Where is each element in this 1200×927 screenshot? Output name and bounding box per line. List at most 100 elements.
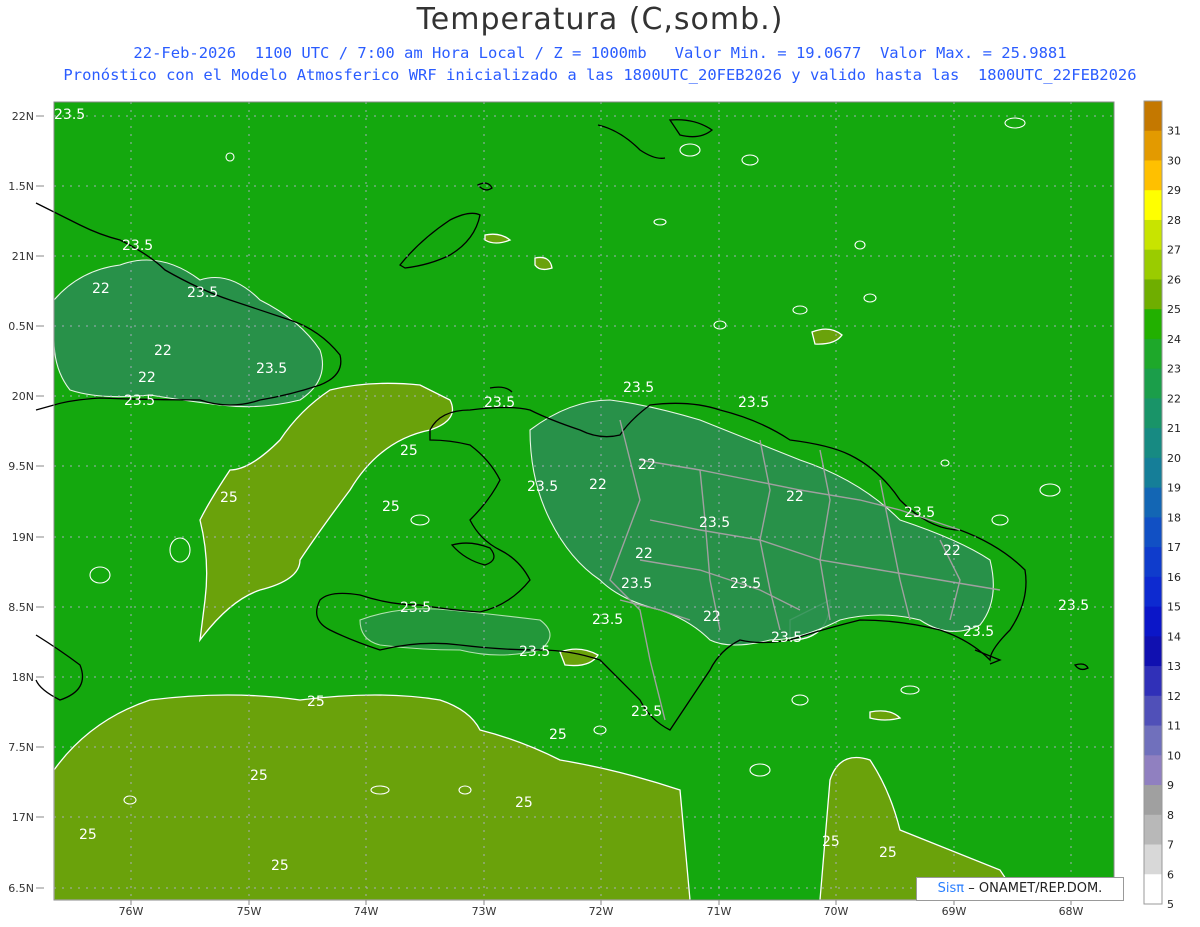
colorbar-swatch	[1144, 487, 1162, 518]
contour-label: 22	[154, 343, 172, 359]
contour-label: 23.5	[738, 395, 769, 411]
contour-label: 25	[879, 845, 897, 861]
contour-label: 23.5	[519, 644, 550, 660]
contour-label: 23.5	[631, 704, 662, 720]
colorbar-swatch	[1144, 695, 1162, 727]
colorbar-swatch	[1144, 130, 1162, 161]
colorbar-label: 24	[1167, 333, 1181, 346]
colorbar-label: 29	[1167, 184, 1181, 197]
contour-label: 23.5	[256, 361, 287, 377]
colorbar-label: 23	[1167, 363, 1181, 376]
lon-label: 76W	[119, 905, 144, 918]
contour-label: 23.5	[592, 612, 623, 628]
contour-label: 22	[92, 281, 110, 297]
colorbar-swatch	[1144, 874, 1162, 905]
colorbar-label: 11	[1167, 720, 1181, 733]
credit-org: – ONAMET/REP.DOM.	[968, 881, 1103, 896]
contour-label: 23.5	[484, 395, 515, 411]
colorbar-swatch	[1144, 249, 1162, 280]
colorbar-swatch	[1144, 785, 1162, 816]
colorbar-swatch	[1144, 517, 1162, 548]
colorbar-swatch	[1144, 755, 1162, 786]
contour-label: 25	[382, 499, 400, 515]
colorbar-label: 13	[1167, 660, 1181, 673]
lon-label: 68W	[1059, 905, 1084, 918]
colorbar-swatch	[1144, 606, 1162, 637]
colorbar-label: 22	[1167, 392, 1181, 405]
colorbar-swatch	[1144, 844, 1162, 875]
colorbar-label: 12	[1167, 690, 1181, 703]
colorbar-swatch	[1144, 725, 1162, 756]
colorbar-label: 27	[1167, 244, 1181, 257]
colorbar-label: 25	[1167, 303, 1181, 316]
lon-label: 69W	[942, 905, 967, 918]
credit-box: Sisπ – ONAMET/REP.DOM.	[916, 877, 1124, 901]
lat-label: 18N	[12, 671, 34, 684]
contour-label: 23.5	[400, 600, 431, 616]
colorbar-label: 21	[1167, 422, 1181, 435]
colorbar-label: 26	[1167, 273, 1181, 286]
colorbar-label: 28	[1167, 214, 1181, 227]
lon-label: 75W	[237, 905, 262, 918]
contour-label: 23.5	[527, 479, 558, 495]
colorbar-swatch	[1144, 338, 1162, 370]
latitude-ticks	[36, 115, 44, 889]
contour-label: 22	[138, 370, 156, 386]
contour-label: 22	[638, 457, 656, 473]
contour-label: 23.5	[699, 515, 730, 531]
contour-label: 22	[635, 546, 653, 562]
contour-label: 22	[703, 609, 721, 625]
contour-label: 23.5	[963, 624, 994, 640]
lat-label: 1.5N	[8, 180, 34, 193]
colorbar-label: 31	[1167, 125, 1181, 138]
colorbar-label: 16	[1167, 571, 1181, 584]
contour-label: 25	[250, 768, 268, 784]
colorbar-label: 8	[1167, 809, 1174, 822]
contour-label: 25	[400, 443, 418, 459]
colorbar-label: 10	[1167, 749, 1181, 762]
colorbar-label: 30	[1167, 154, 1181, 167]
colorbar-swatch	[1144, 814, 1162, 846]
lat-label: 9.5N	[8, 460, 34, 473]
longitude-axis: 76W 75W 74W 73W 72W 71W 70W 69W 68W	[119, 905, 1084, 918]
contour-label: 23.5	[124, 393, 155, 409]
lon-label: 71W	[707, 905, 732, 918]
colorbar-swatch	[1144, 279, 1162, 310]
lat-label: 0.5N	[8, 320, 34, 333]
lon-label: 74W	[354, 905, 379, 918]
contour-label: 23.5	[1058, 598, 1089, 614]
colorbar-swatch	[1144, 398, 1162, 429]
colorbar-label: 7	[1167, 839, 1174, 852]
contour-label: 23.5	[621, 576, 652, 592]
colorbar-swatch	[1144, 428, 1162, 459]
lat-label: 21N	[12, 250, 34, 263]
colorbar-swatch	[1144, 368, 1162, 399]
colorbar-label: 20	[1167, 452, 1181, 465]
colorbar-label: 17	[1167, 541, 1181, 554]
lat-label: 22N	[12, 110, 34, 123]
contour-label: 25	[822, 834, 840, 850]
contour-label: 25	[515, 795, 533, 811]
contour-label: 23.5	[623, 380, 654, 396]
subtitle-valid-time: 22-Feb-2026 1100 UTC / 7:00 am Hora Loca…	[133, 44, 1067, 62]
contour-label: 25	[307, 694, 325, 710]
colorbar-label: 18	[1167, 511, 1181, 524]
latitude-axis: 22N 1.5N 21N 0.5N 20N 9.5N 19N 8.5N 18N …	[8, 110, 34, 895]
colorbar-swatch	[1144, 160, 1162, 191]
forecast-map: 23.5 23.5 23.5 22 22 22 23.5 23.5 25 25 …	[8, 100, 1181, 918]
contour-label: 22	[943, 543, 961, 559]
lat-label: 17N	[12, 811, 34, 824]
contour-label: 23.5	[730, 576, 761, 592]
lat-label: 8.5N	[8, 601, 34, 614]
contour-label: 23.5	[122, 238, 153, 254]
colorbar-swatch	[1144, 457, 1162, 489]
contour-label: 25	[220, 490, 238, 506]
colorbar-label: 5	[1167, 898, 1174, 911]
contour-label: 22	[589, 477, 607, 493]
colorbar-label: 14	[1167, 630, 1181, 643]
colorbar-label: 19	[1167, 482, 1181, 495]
colorbar-swatch	[1144, 636, 1162, 667]
colorbar-swatch	[1144, 219, 1162, 251]
contour-label: 23.5	[771, 630, 802, 646]
lat-label: 6.5N	[8, 882, 34, 895]
